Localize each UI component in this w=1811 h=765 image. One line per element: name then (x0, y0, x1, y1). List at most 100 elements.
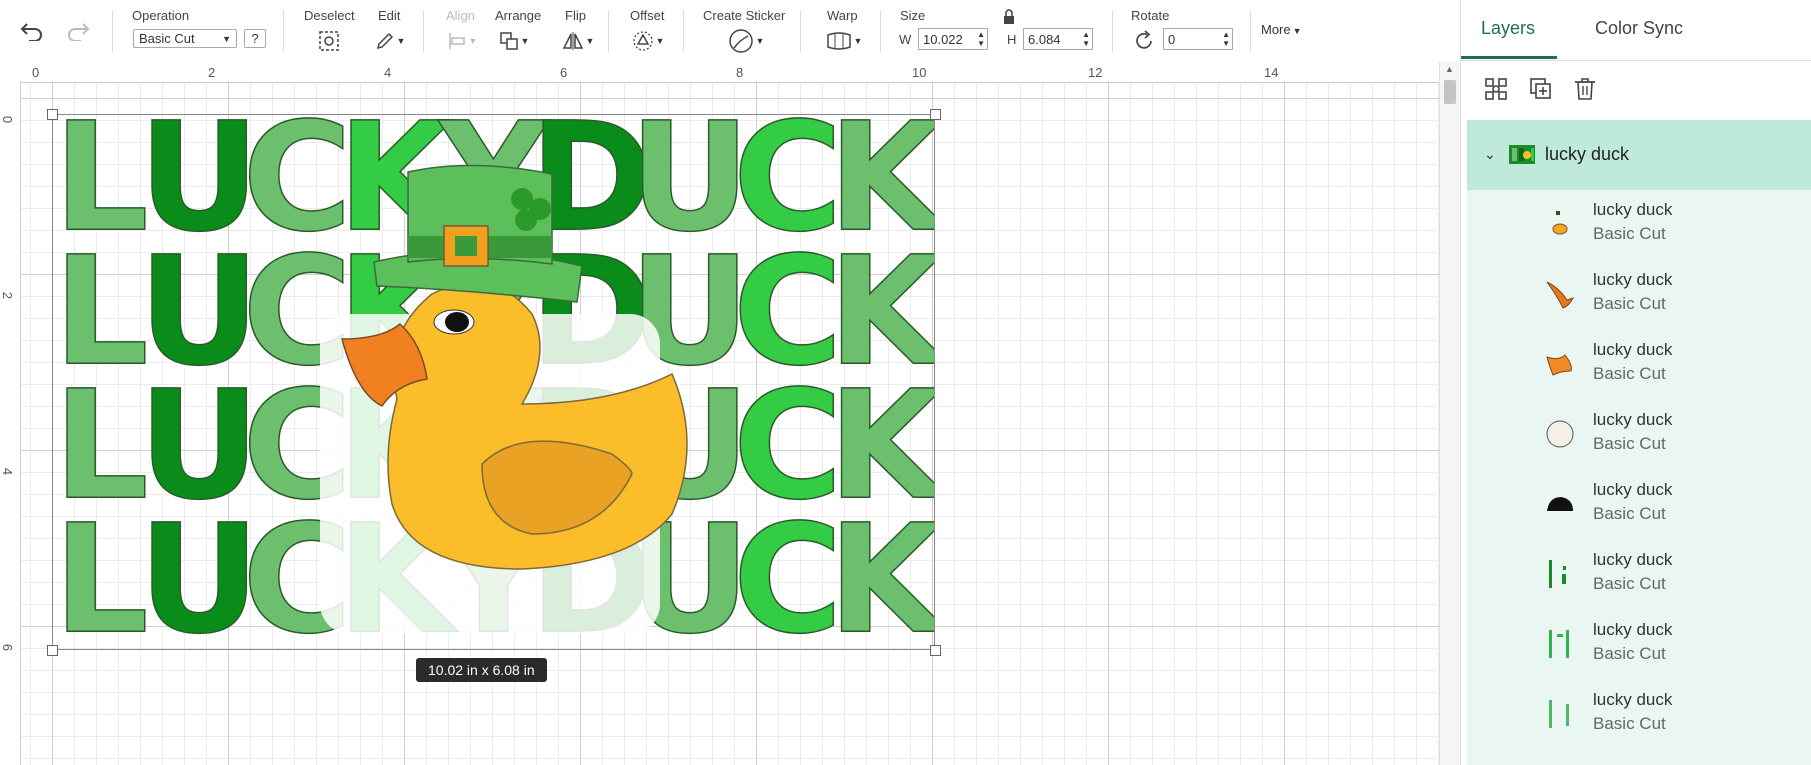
layer-name: lucky duck (1593, 690, 1673, 709)
flip-label: Flip (565, 8, 586, 23)
layer-name: lucky duck (1593, 200, 1673, 219)
lock-icon[interactable] (994, 6, 1024, 28)
width-input[interactable]: 10.022 ▲ ▼ (918, 28, 988, 50)
layer-operation: Basic Cut (1593, 714, 1666, 733)
height-input[interactable]: 6.084 ▲ ▼ (1023, 28, 1093, 50)
offset-icon[interactable]: ▼ (630, 28, 666, 54)
arrange-icon[interactable]: ▼ (496, 28, 532, 54)
ruler-tick: 14 (1264, 65, 1279, 80)
layer-actions (1461, 60, 1811, 120)
operation-select[interactable]: Basic Cut ▼ (133, 29, 237, 48)
group-icon[interactable] (1481, 74, 1511, 104)
ruler-tick: 10 (912, 65, 927, 80)
offset-label: Offset (630, 8, 665, 23)
ruler-tick: 4 (384, 65, 392, 80)
duck-eye-orange-icon (1545, 208, 1575, 240)
scroll-up-icon[interactable]: ▲ (1445, 64, 1454, 74)
layer-item[interactable]: lucky duck Basic Cut (1467, 540, 1811, 610)
layer-name: lucky duck (1593, 270, 1673, 289)
ruler-tick: 4 (0, 467, 16, 476)
rotate-input[interactable]: 0 ▲ ▼ (1163, 28, 1233, 50)
ruler-tick: 6 (0, 643, 16, 652)
size-label: Size (900, 8, 926, 23)
width-value: 10.022 (923, 31, 963, 47)
resize-handle[interactable] (930, 645, 941, 656)
layer-item[interactable]: lucky duck Basic Cut (1467, 260, 1811, 330)
layer-item[interactable]: lucky duck Basic Cut (1467, 400, 1811, 470)
horizontal-ruler: 0 2 4 6 8 10 12 14 (0, 62, 1440, 83)
warp-label: Warp (827, 8, 858, 23)
layer-item[interactable]: lucky duck Basic Cut (1467, 610, 1811, 680)
tab-layers[interactable]: Layers (1481, 18, 1535, 39)
layer-name: lucky duck (1593, 480, 1673, 499)
ruler-tick: 6 (560, 65, 568, 80)
selection-bounding-box (52, 114, 935, 650)
tab-color-sync[interactable]: Color Sync (1595, 18, 1683, 39)
rotate-icon[interactable] (1130, 28, 1158, 54)
align-label: Align (446, 8, 475, 23)
edit-pen-icon[interactable]: ▼ (372, 28, 408, 54)
spinner-icon[interactable]: ▲ ▼ (977, 30, 985, 48)
ruler-tick: 2 (208, 65, 216, 80)
black-dome-icon (1545, 488, 1575, 520)
spinner-icon[interactable]: ▲ ▼ (1222, 30, 1230, 48)
green-letters-icon (1545, 698, 1575, 730)
arrange-label: Arrange (495, 8, 542, 23)
create-sticker-label: Create Sticker (703, 8, 786, 23)
help-label: ? (251, 31, 259, 46)
layer-name: lucky duck (1593, 620, 1673, 639)
layers-list: ⌄ lucky duck lucky duck Basic Cut lucky … (1467, 120, 1811, 765)
layer-operation: Basic Cut (1593, 294, 1666, 313)
design-canvas[interactable]: 0 2 4 6 8 10 12 14 0 2 4 6 LLLLUUUUCCCCK… (0, 62, 1460, 765)
chevron-down-icon: ▼ (222, 33, 231, 44)
delete-icon[interactable] (1570, 74, 1600, 104)
circle-shape-icon (1545, 418, 1575, 450)
resize-handle[interactable] (47, 645, 58, 656)
warp-icon[interactable]: ▼ (824, 28, 864, 54)
more-label: More (1261, 22, 1291, 37)
layer-name: lucky duck (1593, 550, 1673, 569)
layer-item[interactable]: lucky duck Basic Cut (1467, 470, 1811, 540)
align-icon: ▼ (444, 28, 480, 54)
chevron-down-icon[interactable]: ⌄ (1484, 146, 1496, 163)
resize-handle[interactable] (47, 109, 58, 120)
deselect-label: Deselect (304, 8, 355, 23)
layer-operation: Basic Cut (1593, 364, 1666, 383)
sticker-icon[interactable]: ▼ (726, 28, 766, 54)
flip-icon[interactable]: ▼ (560, 28, 596, 54)
deselect-icon[interactable] (315, 28, 343, 54)
layer-name: lucky duck (1593, 410, 1673, 429)
redo-icon[interactable] (64, 18, 92, 44)
green-letters-icon (1545, 628, 1575, 660)
height-value: 6.084 (1028, 31, 1061, 47)
layer-operation: Basic Cut (1593, 644, 1666, 663)
layer-name: lucky duck (1593, 340, 1673, 359)
operation-value: Basic Cut (139, 31, 195, 46)
width-prefix: W (899, 32, 912, 47)
layer-item[interactable]: lucky duck Basic Cut (1467, 680, 1811, 750)
chevron-down-icon: ▼ (1292, 26, 1302, 36)
layer-item[interactable]: lucky duck Basic Cut (1467, 190, 1811, 260)
height-prefix: H (1007, 32, 1017, 47)
undo-icon[interactable] (18, 18, 46, 44)
ruler-tick: 0 (0, 115, 16, 124)
more-button[interactable]: More ▼ (1261, 22, 1302, 37)
help-button[interactable]: ? (244, 29, 266, 48)
spinner-icon[interactable]: ▲ ▼ (1082, 30, 1090, 48)
scroll-thumb[interactable] (1444, 80, 1456, 104)
operation-label: Operation (132, 8, 190, 23)
layer-operation: Basic Cut (1593, 434, 1666, 453)
beak-icon (1545, 348, 1575, 380)
duplicate-icon[interactable] (1526, 74, 1556, 104)
size-tooltip: 10.02 in x 6.08 in (416, 658, 547, 682)
vertical-scrollbar[interactable]: ▲ (1439, 62, 1460, 765)
panel-tabs: Layers Color Sync (1461, 0, 1811, 61)
top-toolbar: Operation Basic Cut ▼ ? Deselect Edit ▼ … (0, 0, 1460, 63)
ruler-tick: 12 (1088, 65, 1103, 80)
layer-operation: Basic Cut (1593, 504, 1666, 523)
resize-handle[interactable] (930, 109, 941, 120)
ruler-tick: 8 (736, 65, 744, 80)
layer-group[interactable]: ⌄ lucky duck (1467, 120, 1811, 190)
layer-item[interactable]: lucky duck Basic Cut (1467, 330, 1811, 400)
group-thumbnail-icon (1509, 145, 1535, 164)
